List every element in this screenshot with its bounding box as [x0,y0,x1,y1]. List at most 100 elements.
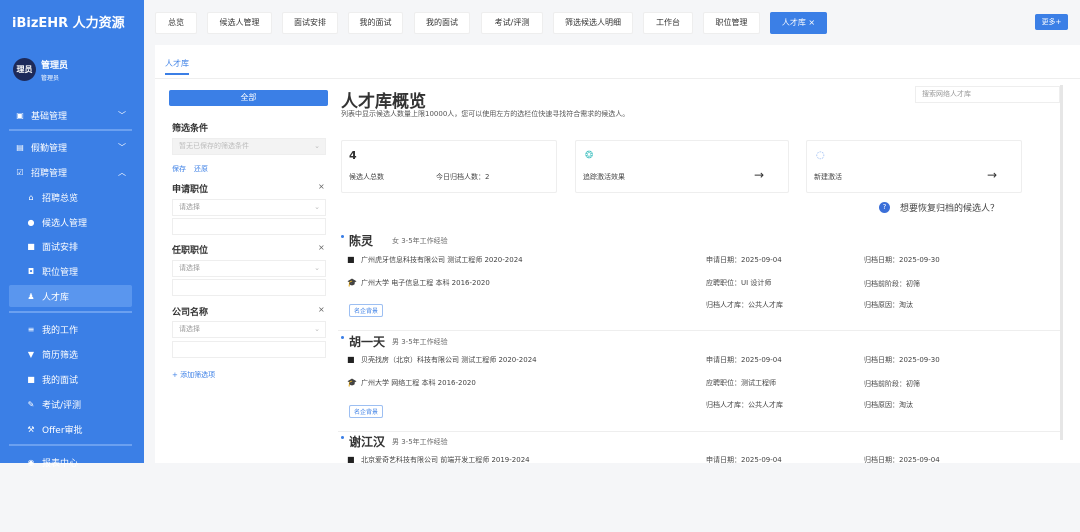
today-archived: 今日归档人数：2 [436,173,490,181]
archive-reason: 归档原因：淘汰 [864,301,913,309]
sidebar-item-talent-pool[interactable]: ♟ 人才库 [9,285,132,307]
tab-talent-pool[interactable]: 人才库 × [770,12,827,34]
restore-archived-link[interactable]: ? 想要恢复归档的候选人？ [879,201,999,214]
restore-link[interactable]: 还原 [194,164,208,174]
all-button[interactable]: 全部 [169,90,328,106]
sidebar-item-candidates[interactable]: ● 候选人管理 [0,211,144,233]
apply-date: 申请日期：2025-09-04 [706,356,782,364]
label: Offer审批 [42,425,83,436]
label: 我的工作 [42,325,79,336]
chart-icon: ◉ [27,457,35,467]
talent-search-input[interactable]: 搜索网络人才库 [915,86,1060,103]
add-filter-link[interactable]: + 添加筛选项 [172,370,215,380]
chevron-up-icon: ︿ [118,167,126,177]
briefcase-icon: ■ [347,255,355,264]
candidate-item[interactable]: 胡一天 男 3-5年工作经验 ■ 贝壳找房（北京）科技有限公司 测试工程师 202… [338,331,1060,432]
current-position-input[interactable] [172,279,326,296]
sidebar-item-interviews[interactable]: ■ 面试安排 [0,235,144,257]
company-input[interactable] [172,341,326,358]
save-link[interactable]: 保存 [172,164,186,174]
subtab-talent-pool[interactable]: 人才库 [165,58,189,75]
chevron-down-icon: ⌄ [314,203,320,211]
filter-label-company: 公司名称 [172,308,209,318]
candidate-name[interactable]: 陈灵 [349,232,373,249]
sidebar-item-exam[interactable]: ✎ 考试/评测 [0,393,144,415]
chevron-down-icon: ﹀ [118,142,126,152]
label: 招聘管理 [31,168,68,179]
sidebar-item-my-work[interactable]: ≡ 我的工作 [0,318,144,340]
remove-filter-icon[interactable]: × [318,243,325,252]
archive-date: 归档日期：2025-09-30 [864,256,940,264]
company-select[interactable]: 请选择 ⌄ [172,321,326,338]
candidate-name[interactable]: 胡一天 [349,333,385,350]
apply-position-input[interactable] [172,218,326,235]
current-position-select[interactable]: 请选择 ⌄ [172,260,326,277]
divider [9,311,132,313]
remove-filter-icon[interactable]: × [318,305,325,314]
new-activation-card[interactable]: ◌ 新建激活 → [806,140,1022,193]
tab-my-interviews[interactable]: 我的面试 [348,12,403,34]
graduation-cap-icon: 🎓 [347,278,357,287]
graduation-cap-icon: 🎓 [347,378,357,387]
label: 我的面试 [42,375,79,386]
candidate-meta: 男 3-5年工作经验 [392,438,448,446]
tab-my-interviews-2[interactable]: 我的面试 [414,12,470,34]
label: 想要恢复归档的候选人？ [900,204,1000,214]
label: 基础管理 [31,111,68,122]
sidebar-item-my-interviews[interactable]: ■ 我的面试 [0,368,144,390]
chevron-down-icon: ⌄ [314,142,320,150]
sidebar-item-reports[interactable]: ◉ 报表中心 [0,451,144,473]
arrow-right-icon: → [986,168,997,182]
divider [155,78,1080,79]
filter-label-apply-position: 申请职位 [172,185,209,195]
archive-reason: 归档原因：淘汰 [864,401,913,409]
tab-positions[interactable]: 职位管理 [703,12,760,34]
track-label: 追踪激活效果 [583,173,625,181]
work-history: 贝壳找房（北京）科技有限公司 测试工程师 2020-2024 [361,356,537,364]
saved-filter-select[interactable]: 暂无已保存的筛选条件 ⌄ [172,138,326,155]
total-label: 候选人总数 [349,173,384,181]
label: 候选人管理 [42,218,88,229]
candidate-item[interactable]: 陈灵 女 3-5年工作经验 ■ 广州虎牙信息科技有限公司 测试工程师 2020-2… [338,230,1060,331]
briefcase-icon: ■ [347,355,355,364]
user-card-icon: ▣ [16,110,24,120]
tab-overview[interactable]: 总览 [155,12,197,34]
sidebar-item-recruit-overview[interactable]: ⌂ 招聘总览 [0,186,144,208]
sidebar-item-basic[interactable]: ▣ 基础管理 ﹀ [0,104,144,126]
gavel-icon: ⚒ [27,424,35,434]
tab-workbench[interactable]: 工作台 [643,12,693,34]
remove-filter-icon[interactable]: × [318,182,325,191]
scrollbar[interactable] [1060,85,1063,440]
label: 报表中心 [42,458,79,469]
tab-interviews[interactable]: 面试安排 [282,12,338,34]
sidebar-item-resume-filter[interactable]: ▼ 简历筛选 [0,343,144,365]
tab-candidates[interactable]: 候选人管理 [207,12,272,34]
label: 职位管理 [42,267,79,278]
placeholder: 请选择 [179,203,200,211]
candidate-item[interactable]: 谢江汉 男 3-5年工作经验 ■ 北京爱奇艺科技有限公司 前端开发工程师 2019… [338,431,1060,532]
avatar[interactable]: 理员 [13,58,36,81]
label: 假勤管理 [31,143,68,154]
track-activation-card[interactable]: ❂ 追踪激活效果 → [575,140,789,193]
sidebar-item-positions[interactable]: ◘ 职位管理 [0,260,144,282]
archive-pool: 归档人才库：公共人才库 [706,301,783,309]
close-icon[interactable]: × [808,18,815,27]
education: 广州大学 网络工程 本科 2016-2020 [361,379,476,387]
bullet-icon [341,436,344,439]
candidate-name[interactable]: 谢江汉 [349,433,385,450]
sidebar-item-attendance[interactable]: ▤ 假勤管理 ﹀ [0,136,144,158]
more-button[interactable]: 更多+ [1035,14,1068,30]
arrow-right-icon: → [753,168,764,182]
total-count: 4 [349,149,357,162]
tab-exam[interactable]: 考试/评测 [481,12,543,34]
label: 面试安排 [42,242,79,253]
sidebar: iBizEHR 人力资源 理员 管理员 管理员 ▣ 基础管理 ﹀ ▤ 假勤管理 ﹀ ☑ 招… [0,0,144,469]
archive-pool: 归档人才库：公共人才库 [706,401,783,409]
tab-filter-details[interactable]: 筛选候选人明细 [553,12,633,34]
sidebar-item-recruit[interactable]: ☑ 招聘管理 ︿ [0,161,144,183]
apply-position-select[interactable]: 请选择 ⌄ [172,199,326,216]
sidebar-item-offer[interactable]: ⚒ Offer审批 [0,418,144,440]
chevron-down-icon: ﹀ [118,110,126,120]
work-history: 广州虎牙信息科技有限公司 测试工程师 2020-2024 [361,256,523,264]
bullet-icon [341,336,344,339]
